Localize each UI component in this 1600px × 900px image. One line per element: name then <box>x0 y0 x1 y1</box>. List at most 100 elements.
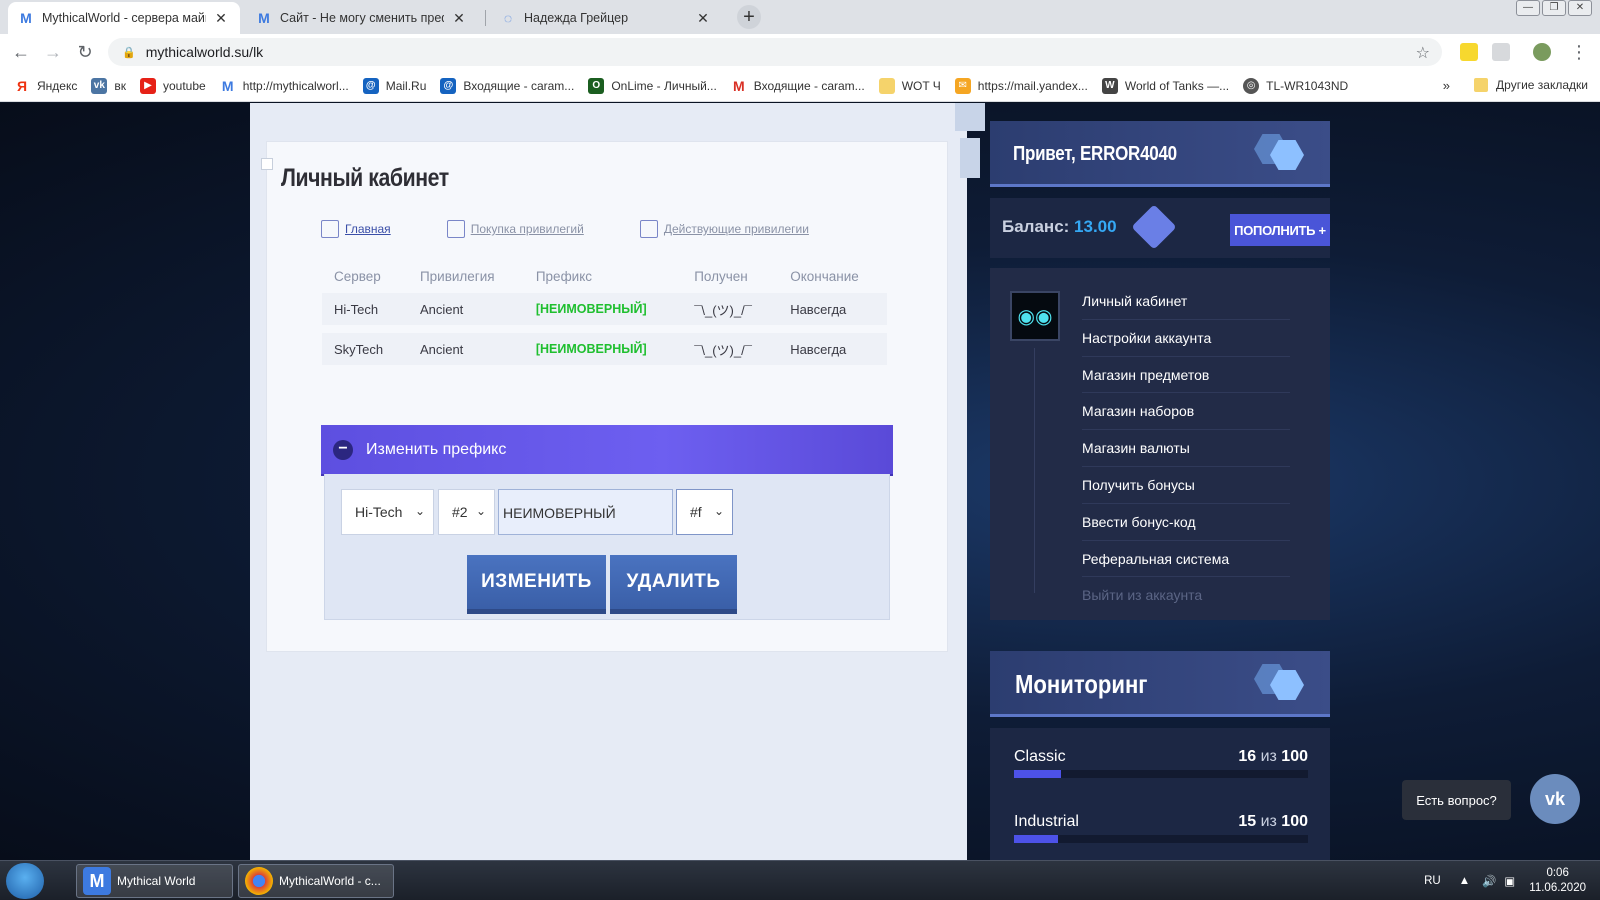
reload-icon[interactable]: ↻ <box>74 41 96 63</box>
minimize-icon[interactable]: — <box>1516 0 1540 16</box>
language-indicator[interactable]: RU <box>1424 875 1441 887</box>
server-online-fill <box>1014 835 1059 843</box>
start-button[interactable] <box>6 863 44 899</box>
mailru-icon: @ <box>440 77 457 94</box>
monitoring-title: Мониторинг <box>1015 669 1148 699</box>
profile-avatar-icon[interactable] <box>1533 43 1551 61</box>
address-bar[interactable]: 🔒 mythicalworld.su/lk ☆ <box>108 38 1442 66</box>
nav-home-link[interactable]: Главная <box>321 220 391 238</box>
bookmark-item[interactable]: @ Mail.Ru <box>362 77 426 94</box>
chevron-down-icon: ⌄ <box>475 504 486 518</box>
monitoring-list: Classic 16 из 100 Industrial 15 из 100 <box>990 728 1330 860</box>
extension-grid-icon[interactable] <box>1492 43 1510 61</box>
folder-icon <box>878 77 895 94</box>
bookmarks-bar: Я Яндекс vk вк ▶ youtube Mhttp://mythicalwo… <box>0 70 1600 102</box>
restore-icon[interactable]: ❐ <box>1542 0 1566 16</box>
menu-item-account-settings[interactable]: Настройки аккаунта <box>1082 320 1290 357</box>
menu-item-currency-shop[interactable]: Магазин валюты <box>1082 430 1290 467</box>
card-corner-decor <box>261 158 273 170</box>
table-row: SkyTech Ancient [НЕИМОВЕРНЫЙ] ¯\_(ツ)_/¯ … <box>322 333 887 365</box>
bookmark-item[interactable]: ▶ youtube <box>139 77 206 94</box>
chrome-icon <box>245 867 273 895</box>
menu-item-personal-cabinet[interactable]: Личный кабинет <box>1082 283 1290 320</box>
bookmark-star-icon[interactable]: ☆ <box>1416 43 1430 63</box>
bookmark-item[interactable]: M Входящие - caram... <box>731 78 865 94</box>
taskbar-task-mythical-world[interactable]: M Mythical World <box>76 864 233 898</box>
tab-site-prefix[interactable]: M Сайт - Не могу сменить префикс ✕ <box>246 2 478 34</box>
vk-chat-button[interactable]: vk <box>1530 774 1580 824</box>
bookmark-item[interactable]: Mhttp://mythicalworl... <box>220 78 349 94</box>
page-viewport: Личный кабинет Главная Покупка привилеги… <box>0 103 1600 860</box>
other-bookmarks[interactable]: Другие закладки <box>1474 78 1588 92</box>
mythicalworld-icon: M <box>221 77 234 94</box>
youtube-icon: ▶ <box>139 77 156 94</box>
tab-mythicalworld[interactable]: M MythicalWorld - сервера майнкр ✕ <box>8 2 240 34</box>
change-prefix-form: Hi-Tech ⌄ #2 ⌄ НЕИМОВЕРНЫЙ #f ⌄ ИЗМЕНИТЬ… <box>324 474 890 620</box>
volume-icon[interactable]: 🔊 <box>1482 874 1496 888</box>
bookmark-item[interactable]: O OnLime - Личный... <box>588 77 717 94</box>
privileges-table: Сервер Привилегия Префикс Получен Оконча… <box>322 259 887 365</box>
more-bookmarks-icon[interactable]: » <box>1443 78 1450 93</box>
close-tab-icon[interactable]: ✕ <box>212 10 230 27</box>
bookmark-item[interactable]: WOT Ч <box>878 77 941 94</box>
tray-expand-icon[interactable]: ▲ <box>1459 875 1470 887</box>
menu-item-referral[interactable]: Реферальная система <box>1082 541 1290 578</box>
nav-buy-privileges-link[interactable]: Покупка привилегий <box>446 220 584 238</box>
close-tab-icon[interactable]: ✕ <box>450 10 468 27</box>
change-button[interactable]: ИЗМЕНИТЬ <box>467 555 606 609</box>
delete-button[interactable]: УДАЛИТЬ <box>610 555 737 609</box>
clock[interactable]: 0:06 11.06.2020 <box>1529 866 1586 896</box>
network-icon[interactable]: ▣ <box>1504 874 1515 888</box>
extension-icon[interactable] <box>1460 43 1478 61</box>
change-prefix-accordion-header[interactable]: − Изменить префикс <box>321 425 893 474</box>
column-header: Получен <box>694 268 748 284</box>
bookmark-item[interactable]: W World of Tanks —... <box>1101 77 1229 94</box>
menu-kebab-icon[interactable]: ⋮ <box>1568 41 1590 63</box>
prefix-color-select[interactable]: #f ⌄ <box>676 489 733 535</box>
account-menu: ◉◉ Личный кабинет Настройки аккаунта Маг… <box>990 268 1330 620</box>
prefix-number-select[interactable]: #2 ⌄ <box>438 489 495 535</box>
balance-label: Баланс: 13.00 <box>1002 217 1117 236</box>
bookmark-item[interactable]: ◎ TL-WR1043ND <box>1243 77 1348 94</box>
tab-nadezhda[interactable]: ◌ Надежда Грейцер ✕ <box>490 2 722 34</box>
server-online-bar <box>1014 770 1308 778</box>
address-row: ← → ↻ 🔒 mythicalworld.su/lk ☆ ⋮ <box>0 34 1600 70</box>
close-window-icon[interactable]: ✕ <box>1568 0 1592 16</box>
vk-icon: vk <box>91 77 108 94</box>
table-cell: ¯\_(ツ)_/¯ <box>682 293 779 325</box>
window-controls: — ❐ ✕ <box>1514 0 1592 16</box>
close-tab-icon[interactable]: ✕ <box>694 10 712 27</box>
taskbar-task-chrome[interactable]: MythicalWorld - c... <box>238 864 394 898</box>
server-status-industrial: Industrial 15 из 100 <box>1014 813 1308 843</box>
server-online-bar <box>1014 835 1308 843</box>
back-icon[interactable]: ← <box>10 41 32 63</box>
help-question-bubble[interactable]: Есть вопрос? <box>1402 780 1511 820</box>
bookmark-item[interactable]: @ Входящие - caram... <box>440 77 574 94</box>
table-cell: Hi-Tech <box>322 293 408 325</box>
folder-icon <box>1474 78 1489 92</box>
new-tab-button[interactable]: + <box>737 5 761 29</box>
user-hex-icon <box>1254 134 1306 174</box>
avatar: ◉◉ <box>1010 291 1060 341</box>
loading-favicon-icon: ◌ <box>503 10 513 26</box>
forward-icon[interactable]: → <box>42 41 64 63</box>
collapse-minus-icon[interactable]: − <box>333 439 353 460</box>
monitoring-header: Мониторинг <box>990 651 1330 717</box>
wallet-icon <box>446 220 465 238</box>
menu-item-item-shop[interactable]: Магазин предметов <box>1082 357 1290 394</box>
bookmark-item[interactable]: Я Яндекс <box>14 78 77 94</box>
menu-item-get-bonuses[interactable]: Получить бонусы <box>1082 467 1290 504</box>
menu-item-logout[interactable]: Выйти из аккаунта <box>1082 577 1290 614</box>
change-prefix-title: Изменить префикс <box>366 440 507 458</box>
account-menu-list: Личный кабинет Настройки аккаунта Магази… <box>1082 283 1290 614</box>
nav-active-privileges-link[interactable]: Действующие привилегии <box>639 220 809 238</box>
server-online-count: 15 из 100 <box>1238 813 1308 830</box>
menu-item-kit-shop[interactable]: Магазин наборов <box>1082 393 1290 431</box>
bookmark-item[interactable]: vk вк <box>91 77 126 94</box>
menu-item-bonus-code[interactable]: Ввести бонус-код <box>1082 504 1290 541</box>
server-select[interactable]: Hi-Tech ⌄ <box>341 489 434 535</box>
bookmark-item[interactable]: ✉ https://mail.yandex... <box>954 77 1088 94</box>
prefix-text-input[interactable]: НЕИМОВЕРНЫЙ <box>498 489 673 535</box>
topup-button[interactable]: ПОПОЛНИТЬ + <box>1230 214 1330 246</box>
lock-icon[interactable]: 🔒 <box>122 46 136 59</box>
